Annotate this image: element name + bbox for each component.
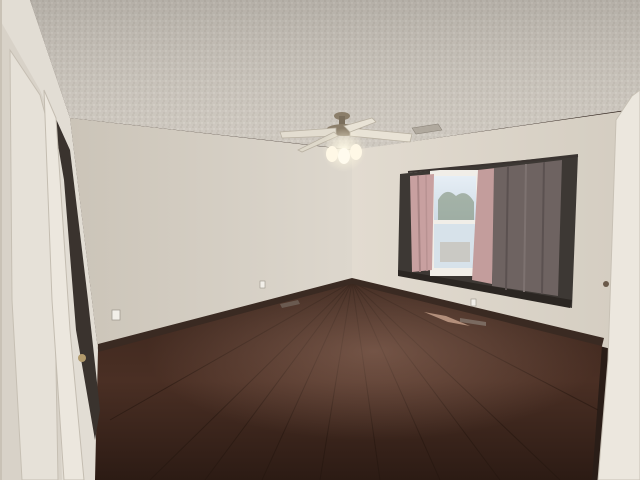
outlet-icon <box>111 309 121 321</box>
curtain-left <box>410 174 434 272</box>
room-illustration <box>0 0 640 480</box>
curtain-right-gray <box>492 160 562 296</box>
door-knob <box>78 354 86 362</box>
room-photo <box>0 0 640 480</box>
